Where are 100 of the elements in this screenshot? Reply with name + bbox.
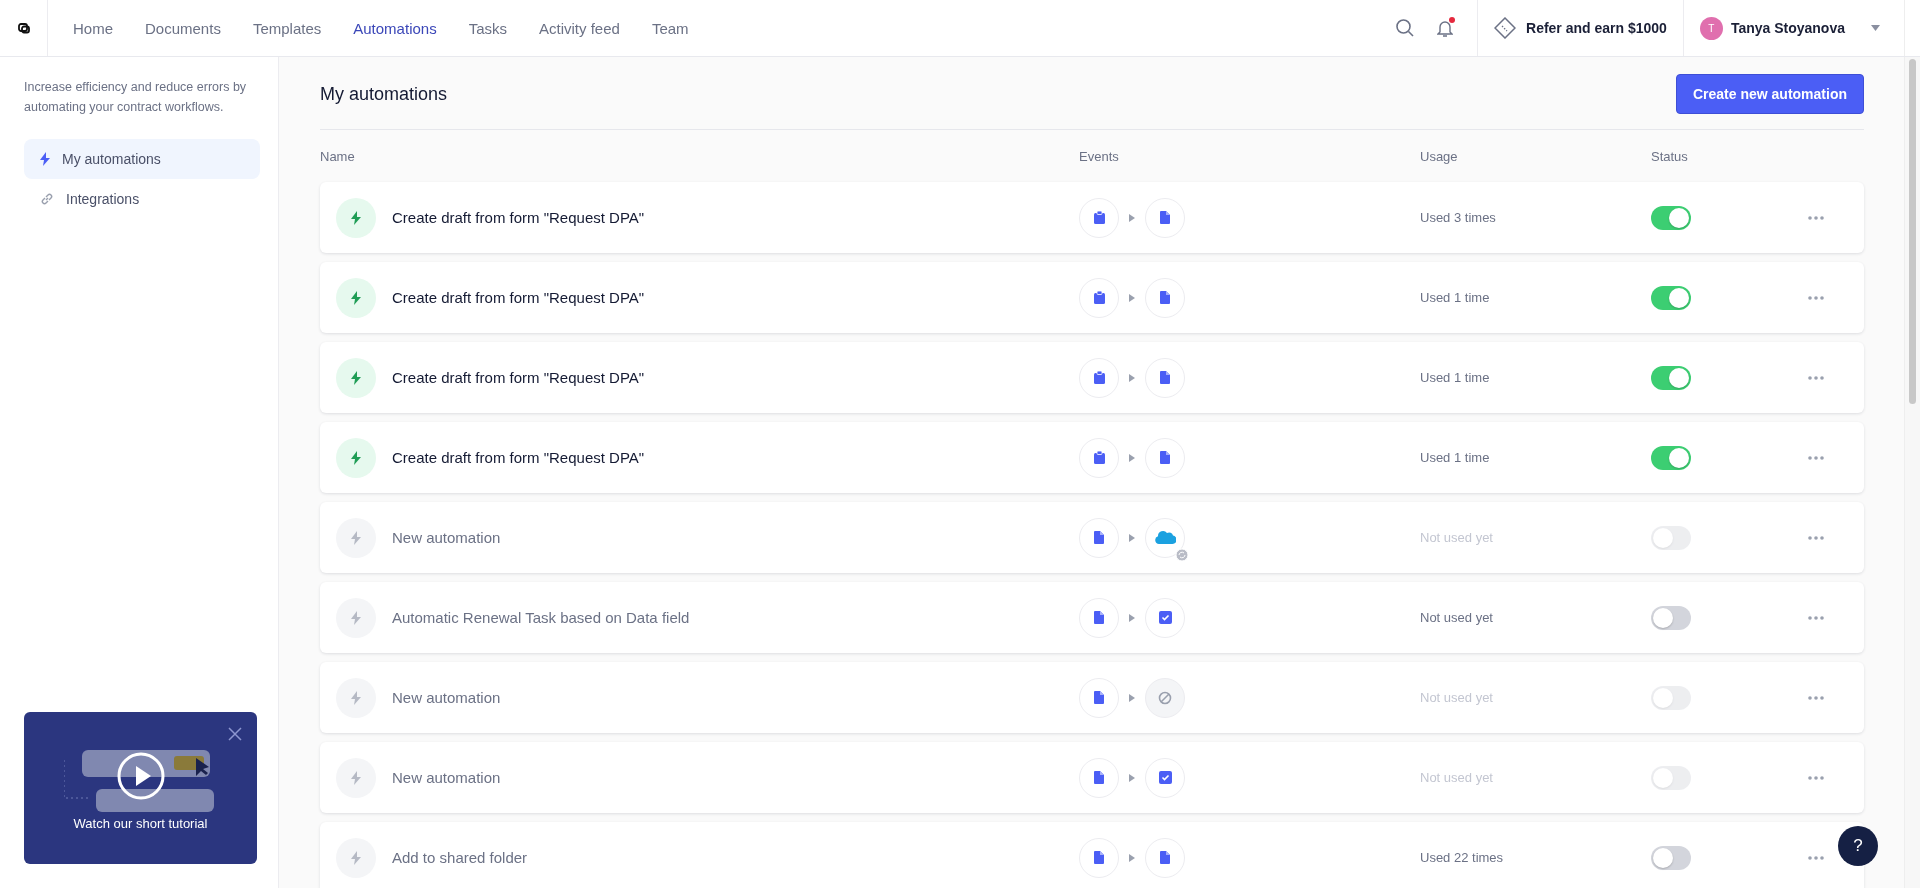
play-arrow-icon — [1129, 453, 1135, 462]
status-toggle[interactable] — [1651, 285, 1691, 310]
scrollbar[interactable] — [1904, 57, 1920, 888]
automation-row[interactable]: Automatic Renewal Task based on Data field Not used yet — [320, 582, 1864, 653]
status-toggle[interactable] — [1651, 205, 1691, 230]
usage-text: Used 22 times — [1420, 850, 1505, 865]
usage-text: Used 1 time — [1420, 290, 1491, 305]
usage-text: Not used yet — [1420, 610, 1494, 625]
document-icon — [1160, 211, 1170, 224]
bolt-icon — [351, 770, 361, 785]
logo-icon — [17, 22, 30, 34]
column-header: Events — [1079, 148, 1119, 164]
document-icon — [1160, 291, 1170, 304]
nav-link[interactable]: Tasks — [468, 19, 507, 37]
automation-name: Add to shared folder — [392, 849, 528, 866]
tutorial-label: Watch our short tutorial — [73, 815, 208, 831]
column-header: Name — [320, 148, 355, 164]
status-toggle[interactable] — [1651, 605, 1691, 630]
link-icon — [40, 192, 54, 206]
clipboard-icon — [1093, 371, 1105, 384]
close-button[interactable] — [228, 727, 242, 741]
play-arrow-icon — [1129, 213, 1135, 222]
document-icon — [1094, 851, 1104, 864]
user-name: Tanya Stoyanova — [1730, 20, 1845, 36]
document-icon — [1094, 531, 1104, 544]
automation-row[interactable]: Create draft from form "Request DPA" Used 1 time — [320, 342, 1864, 413]
more-icon — [1808, 695, 1824, 700]
more-icon — [1808, 855, 1824, 860]
clipboard-icon — [1093, 451, 1105, 464]
checkbox-icon — [1158, 771, 1172, 784]
status-toggle[interactable] — [1651, 845, 1691, 870]
more-icon — [1808, 535, 1824, 540]
nav-link[interactable]: Templates — [252, 19, 322, 37]
automation-name: Create draft from form "Request DPA" — [392, 289, 645, 306]
automation-name: Create draft from form "Request DPA" — [392, 369, 645, 386]
create-automation-button[interactable]: Create new automation — [1675, 74, 1864, 114]
more-icon — [1808, 615, 1824, 620]
clipboard-icon — [1093, 211, 1105, 224]
document-icon — [1094, 771, 1104, 784]
more-icon — [1808, 455, 1824, 460]
play-arrow-icon — [1129, 373, 1135, 382]
nav-link[interactable]: Home — [73, 19, 113, 37]
bolt-icon — [351, 610, 361, 625]
referral-label: Refer and earn $1000 — [1526, 20, 1667, 36]
caret-icon[interactable] — [1871, 25, 1880, 31]
document-icon — [1160, 451, 1170, 464]
nav-link[interactable]: Activity feed — [539, 19, 620, 37]
more-icon — [1808, 295, 1824, 300]
automation-name: Create draft from form "Request DPA" — [392, 449, 645, 466]
nav-link[interactable]: Team — [651, 19, 689, 37]
column-header: Status — [1651, 148, 1688, 164]
automation-name: New automation — [392, 689, 501, 706]
automation-row[interactable]: Create draft from form "Request DPA" Used 3 times — [320, 182, 1864, 253]
automation-name: Create draft from form "Request DPA" — [392, 209, 645, 226]
play-arrow-icon — [1129, 293, 1135, 302]
more-icon — [1808, 775, 1824, 780]
more-icon — [1808, 375, 1824, 380]
more-icon — [1808, 215, 1824, 220]
usage-text: Used 3 times — [1420, 210, 1497, 225]
sync-badge-icon — [1175, 547, 1189, 562]
ticket-icon — [1494, 17, 1516, 39]
bolt-icon — [351, 690, 361, 705]
usage-text: Not used yet — [1420, 770, 1494, 785]
play-icon[interactable] — [116, 751, 165, 800]
automation-name: New automation — [392, 769, 501, 786]
checkbox-icon — [1158, 611, 1172, 624]
status-toggle[interactable] — [1651, 365, 1691, 390]
document-icon — [1094, 691, 1104, 704]
bolt-icon — [40, 152, 50, 166]
document-icon — [1094, 611, 1104, 624]
user-avatar: T — [1699, 16, 1723, 40]
bolt-icon — [351, 370, 361, 385]
tutorial-card[interactable]: Watch our short tutorial — [24, 712, 257, 864]
document-icon — [1160, 371, 1170, 384]
nav-link[interactable]: Automations — [353, 19, 437, 37]
usage-text: Used 1 time — [1420, 450, 1491, 465]
usage-text: Not used yet — [1420, 530, 1494, 545]
play-arrow-icon — [1129, 693, 1135, 702]
help-button[interactable]: ? — [1838, 826, 1878, 866]
play-arrow-icon — [1129, 853, 1135, 862]
user-menu[interactable]: T Tanya Stoyanova — [1699, 16, 1845, 40]
bolt-icon — [351, 850, 361, 865]
sidebar-item[interactable]: Integrations — [24, 179, 260, 219]
play-arrow-icon — [1129, 773, 1135, 782]
automation-row[interactable]: Create draft from form "Request DPA" Used 1 time — [320, 262, 1864, 333]
sidebar-description: Increase efficiency and reduce errors by automating your contract workflows. — [24, 79, 248, 116]
cloud-icon — [1154, 530, 1176, 545]
sidebar-item[interactable]: My automations — [24, 139, 260, 179]
nav-link[interactable]: Documents — [145, 19, 221, 37]
referral-link[interactable]: Refer and earn $1000 — [1494, 17, 1667, 39]
bolt-icon — [351, 530, 361, 545]
status-toggle[interactable] — [1651, 445, 1691, 470]
play-arrow-icon — [1129, 533, 1135, 542]
bolt-icon — [351, 450, 361, 465]
automation-row[interactable]: Create draft from form "Request DPA" Used 1 time — [320, 422, 1864, 493]
page-title: My automations — [320, 83, 448, 105]
automation-name: Automatic Renewal Task based on Data field — [392, 609, 690, 626]
bolt-icon — [351, 210, 361, 225]
automation-name: New automation — [392, 529, 501, 546]
clipboard-icon — [1093, 291, 1105, 304]
